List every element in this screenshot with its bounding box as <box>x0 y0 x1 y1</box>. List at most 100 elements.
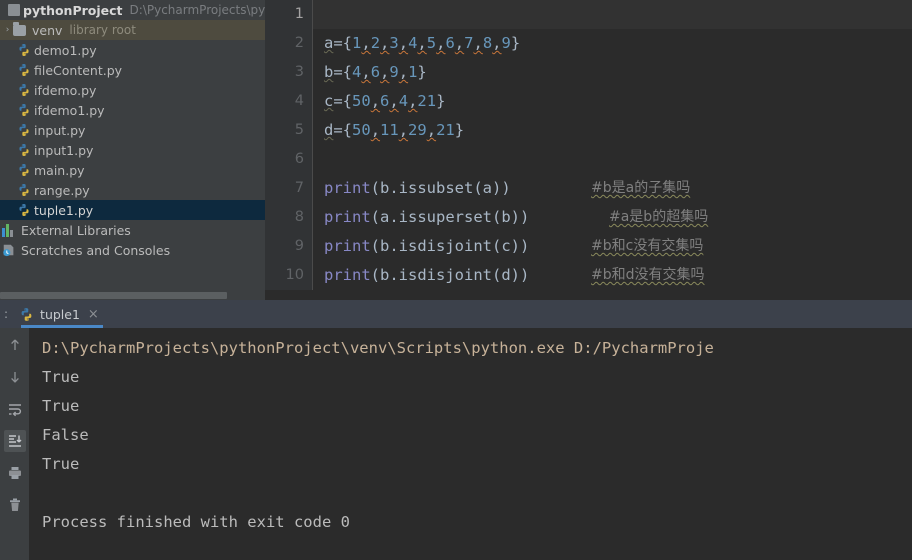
list-item-label: fileContent.py <box>34 62 123 78</box>
brace-close: } <box>417 63 427 81</box>
set-value: 50 <box>352 92 371 110</box>
comma: , <box>454 34 465 52</box>
set-value: 6 <box>370 63 381 81</box>
list-item-label: input.py <box>34 122 86 138</box>
list-item-label: demo1.py <box>34 42 97 58</box>
comma: , <box>370 121 381 139</box>
comma: , <box>436 34 446 52</box>
console-command-line: D:\PycharmProjects\pythonProject\venv\Sc… <box>42 339 714 357</box>
set-value: 4 <box>398 92 409 110</box>
code-comment: #b和d没有交集吗 <box>591 267 705 283</box>
assign-op: ={ <box>333 92 353 110</box>
list-item[interactable]: demo1.py <box>0 40 265 60</box>
down-arrow-icon[interactable] <box>4 366 26 388</box>
tree-node-external-libraries[interactable]: External Libraries <box>0 220 265 240</box>
console-output-line: True <box>42 397 80 415</box>
set-value: 9 <box>389 63 399 81</box>
set-value: 6 <box>445 34 455 52</box>
list-item[interactable]: ifdemo1.py <box>0 100 265 120</box>
call-arg: b.isdisjoint(d) <box>380 266 520 284</box>
call-arg: b.isdisjoint(c) <box>380 237 520 255</box>
call-arg: a.issuperset(b) <box>380 208 520 226</box>
close-icon[interactable]: × <box>86 308 99 321</box>
tree-node-project-root[interactable]: pythonProject D:\PycharmProjects\python <box>0 0 265 20</box>
code-line-7[interactable]: print(b.issubset(a)) #b是a的子集吗 <box>313 174 912 203</box>
line-number: 2 <box>294 35 304 51</box>
paren-close: ) <box>520 266 530 284</box>
list-item[interactable]: input.py <box>0 120 265 140</box>
builtin-print: print <box>324 266 371 284</box>
code-line-8[interactable]: print(a.issuperset(b)) #a是b的超集吗 <box>313 203 912 232</box>
brace-close: } <box>454 121 465 139</box>
external-libraries-label: External Libraries <box>21 222 131 238</box>
chevron-right-icon[interactable]: › <box>2 20 13 40</box>
tabbar-separator: : <box>4 307 9 321</box>
up-arrow-icon[interactable] <box>4 334 26 356</box>
code-line-10[interactable]: print(b.isdisjoint(d)) #b和d没有交集吗 <box>313 261 912 290</box>
tree-node-scratches[interactable]: Scratches and Consoles <box>0 240 265 260</box>
code-line-9[interactable]: print(b.isdisjoint(c)) #b和c没有交集吗 <box>313 232 912 261</box>
paren-open: ( <box>370 237 381 255</box>
pycharm-window: pythonProject D:\PycharmProjects\python … <box>0 0 912 560</box>
paren-close: ) <box>501 179 511 197</box>
comma: , <box>389 92 399 110</box>
list-item[interactable]: input1.py <box>0 140 265 160</box>
project-tool-window[interactable]: pythonProject D:\PycharmProjects\python … <box>0 0 265 300</box>
code-editor[interactable]: 1 2 3 4 5 6 7 8 9 10 a={1,2,3,4,5,6,7,8,… <box>265 0 912 290</box>
scratches-label: Scratches and Consoles <box>21 242 171 258</box>
console-output-line: True <box>42 368 80 386</box>
set-value: 29 <box>408 121 427 139</box>
trash-icon[interactable] <box>4 494 26 516</box>
set-value: 11 <box>380 121 399 139</box>
set-value: 50 <box>352 121 371 139</box>
code-line-6[interactable] <box>313 145 912 174</box>
list-item[interactable]: range.py <box>0 180 265 200</box>
print-icon[interactable] <box>4 462 26 484</box>
code-line-1[interactable] <box>313 0 912 29</box>
list-item[interactable]: main.py <box>0 160 265 180</box>
line-number: 7 <box>294 180 304 196</box>
sidebar-horizontal-scrollbar[interactable] <box>0 290 265 300</box>
line-number: 6 <box>294 151 304 167</box>
project-path: D:\PycharmProjects\python <box>129 3 265 17</box>
comma: , <box>398 34 409 52</box>
builtin-print: print <box>324 179 371 197</box>
list-item-label: ifdemo.py <box>34 82 97 98</box>
line-number: 1 <box>294 6 304 22</box>
python-file-icon <box>19 44 29 56</box>
module-icon <box>8 4 20 16</box>
paren-open: ( <box>370 208 381 226</box>
code-line-5[interactable]: d={50,11,29,21} <box>313 116 912 145</box>
scroll-to-end-icon[interactable] <box>3 430 26 452</box>
comma: , <box>426 121 437 139</box>
list-item[interactable]: fileContent.py <box>0 60 265 80</box>
python-file-icon <box>19 204 29 216</box>
console-output-line: False <box>42 426 89 444</box>
code-line-4[interactable]: c={50,6,4,21} <box>313 87 912 116</box>
run-tool-window: : tuple1 × D:\PycharmProjects\pythonProj… <box>0 300 912 560</box>
console-body: D:\PycharmProjects\pythonProject\venv\Sc… <box>0 328 912 560</box>
brace-close: } <box>436 92 446 110</box>
code-line-2[interactable]: a={1,2,3,4,5,6,7,8,9} <box>313 29 912 58</box>
list-item-selected[interactable]: tuple1.py <box>0 200 265 220</box>
tab-tuple1[interactable]: tuple1 × <box>11 300 107 328</box>
comma: , <box>361 63 371 81</box>
scrollbar-thumb[interactable] <box>0 292 227 299</box>
list-item-label: range.py <box>34 182 90 198</box>
code-line-3[interactable]: b={4,6,9,1} <box>313 58 912 87</box>
set-value: 21 <box>417 92 437 110</box>
code-text-area[interactable]: a={1,2,3,4,5,6,7,8,9} b={4,6,9,1} c={50,… <box>313 0 912 290</box>
var-a: a <box>324 34 334 52</box>
call-arg: b.issubset(a) <box>380 179 502 197</box>
soft-wrap-icon[interactable] <box>4 398 26 420</box>
list-item-label: main.py <box>34 162 85 178</box>
tree-node-venv[interactable]: › venv library root <box>0 20 265 40</box>
venv-label: venv <box>32 22 63 38</box>
line-number: 8 <box>294 209 304 225</box>
builtin-print: print <box>324 208 371 226</box>
paren-open: ( <box>370 266 381 284</box>
console-output[interactable]: D:\PycharmProjects\pythonProject\venv\Sc… <box>29 328 912 560</box>
list-item[interactable]: ifdemo.py <box>0 80 265 100</box>
comma: , <box>398 121 409 139</box>
